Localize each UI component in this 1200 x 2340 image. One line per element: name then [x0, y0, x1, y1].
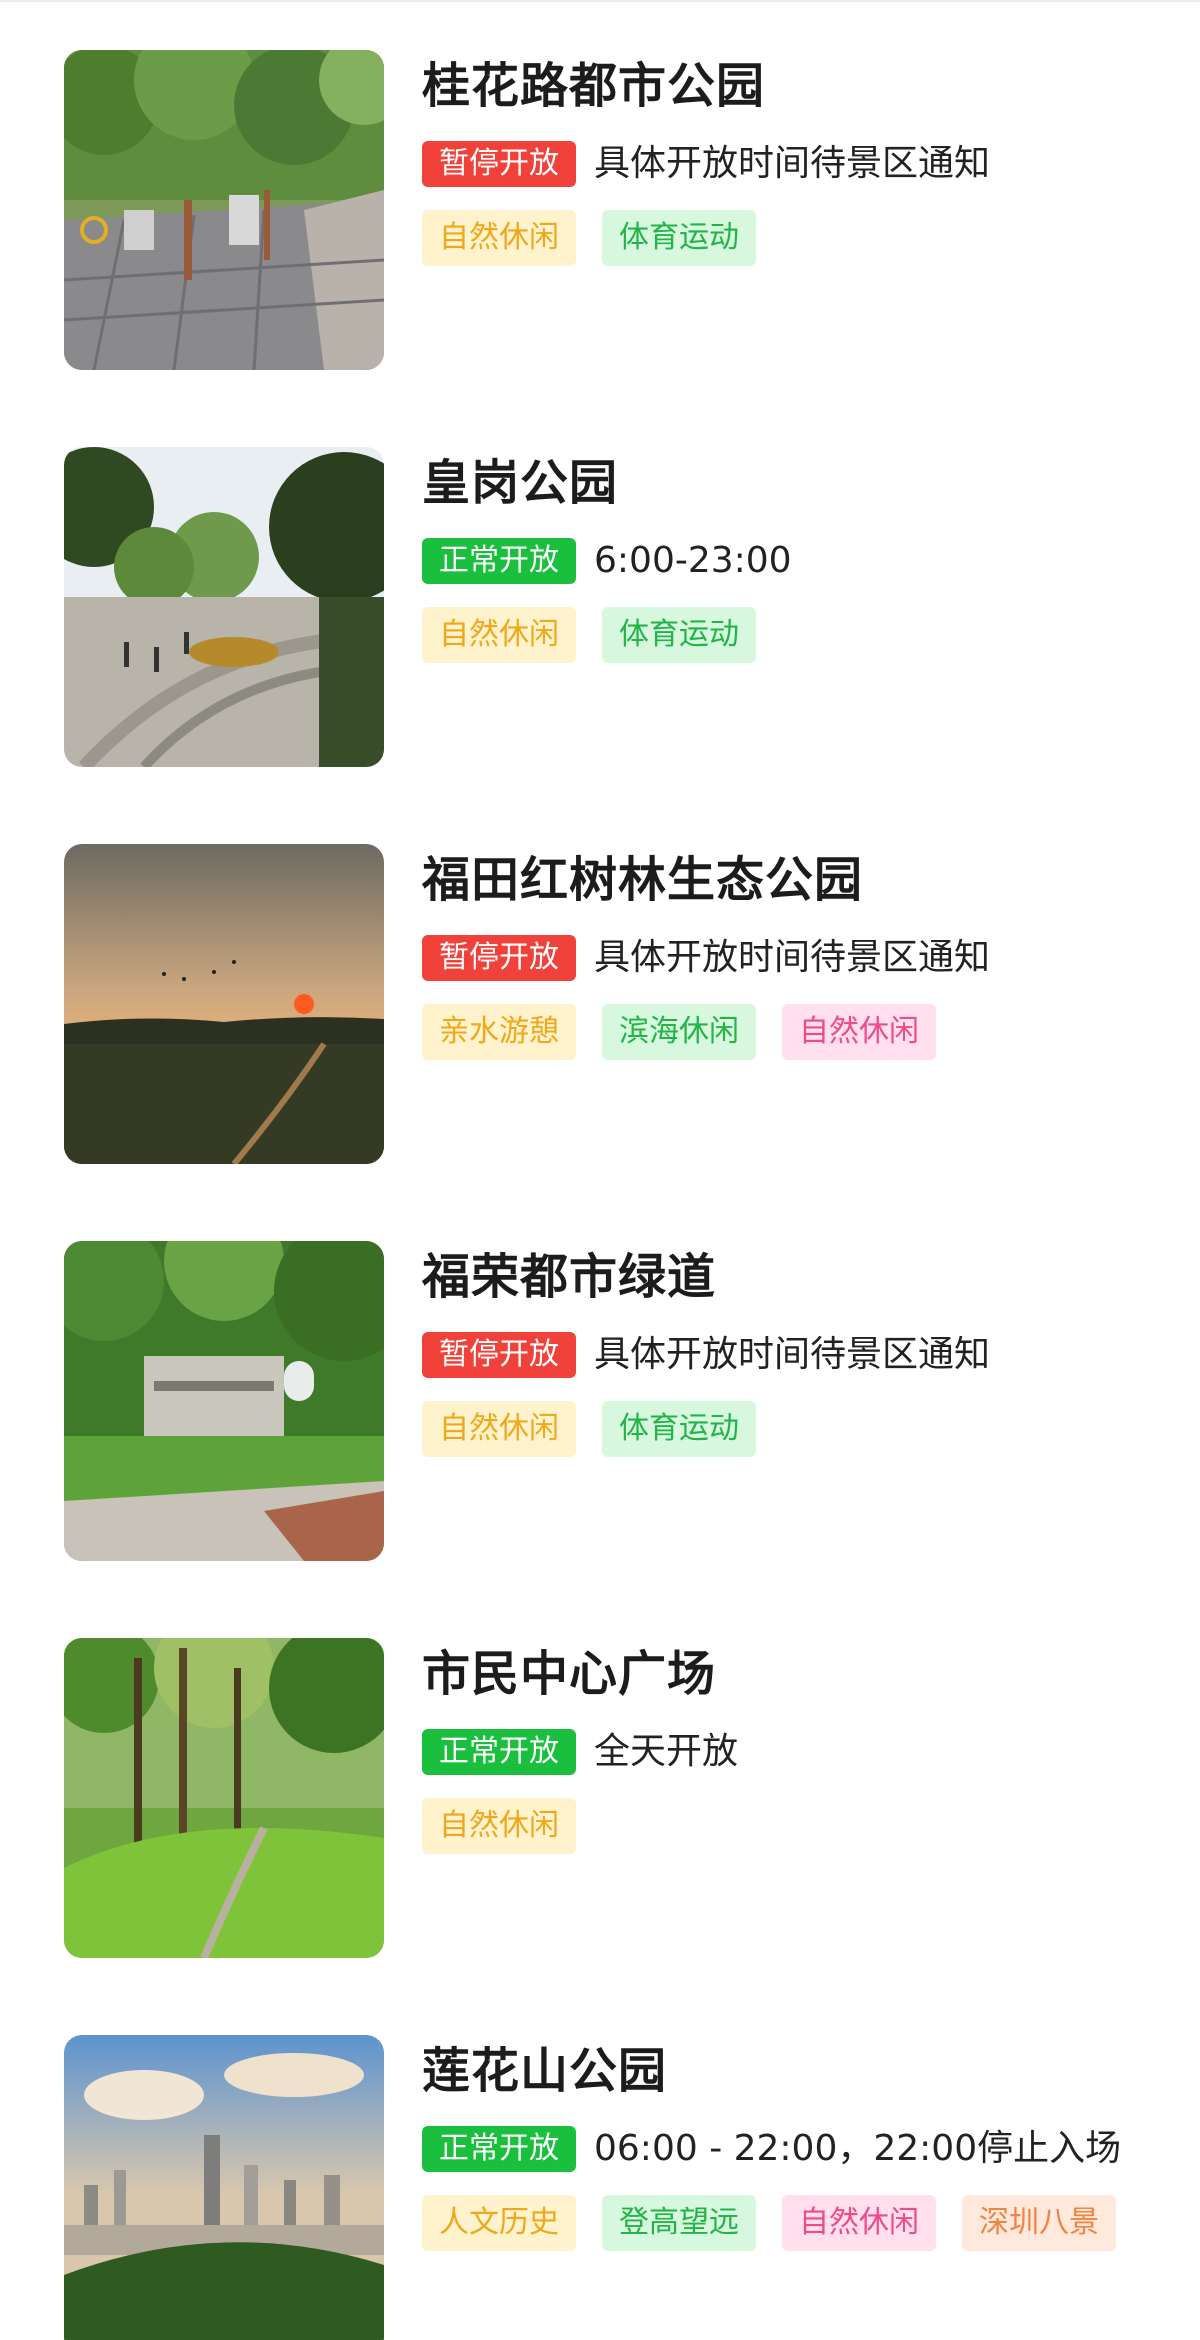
status-badge: 正常开放 — [422, 1729, 576, 1775]
park-photo — [64, 844, 384, 1164]
status-row: 暂停开放 具体开放时间待景区通知 — [422, 934, 1182, 982]
park-card[interactable]: 莲花山公园 正常开放 06:00 - 22:00，22:00停止入场 人文历史 … — [64, 2035, 1144, 2340]
category-tag: 登高望远 — [602, 2195, 756, 2251]
opening-hours: 06:00 - 22:00，22:00停止入场 — [594, 2128, 1122, 2169]
park-name: 福田红树林生态公园 — [422, 852, 864, 908]
category-tag: 体育运动 — [602, 607, 756, 663]
status-badge: 正常开放 — [422, 2126, 576, 2172]
park-name: 市民中心广场 — [422, 1646, 717, 1702]
category-tag: 自然休闲 — [782, 2195, 936, 2251]
park-info: 福荣都市绿道 暂停开放 具体开放时间待景区通知 自然休闲 体育运动 — [422, 1241, 1182, 1457]
park-name: 莲花山公园 — [422, 2043, 668, 2099]
category-tag: 深圳八景 — [962, 2195, 1116, 2251]
category-tag: 自然休闲 — [422, 1401, 576, 1457]
status-badge: 暂停开放 — [422, 141, 576, 187]
tag-list: 亲水游憩 滨海休闲 自然休闲 — [422, 1004, 1182, 1060]
park-info: 市民中心广场 正常开放 全天开放 自然休闲 — [422, 1638, 1182, 1854]
status-badge: 正常开放 — [422, 538, 576, 584]
status-badge: 暂停开放 — [422, 935, 576, 981]
park-name: 皇岗公园 — [422, 455, 619, 511]
tag-list: 自然休闲 体育运动 — [422, 607, 1182, 663]
category-tag: 自然休闲 — [422, 210, 576, 266]
status-row: 暂停开放 具体开放时间待景区通知 — [422, 140, 1182, 188]
park-info: 皇岗公园 正常开放 6:00-23:00 自然休闲 体育运动 — [422, 447, 1182, 663]
status-row: 正常开放 全天开放 — [422, 1728, 1182, 1776]
tag-list: 自然休闲 — [422, 1798, 1182, 1854]
category-tag: 自然休闲 — [782, 1004, 936, 1060]
park-photo — [64, 447, 384, 767]
opening-hours: 具体开放时间待景区通知 — [594, 1334, 991, 1375]
park-info: 福田红树林生态公园 暂停开放 具体开放时间待景区通知 亲水游憩 滨海休闲 自然休… — [422, 844, 1182, 1060]
park-photo — [64, 2035, 384, 2340]
park-photo — [64, 1241, 384, 1561]
category-tag: 亲水游憩 — [422, 1004, 576, 1060]
park-info: 莲花山公园 正常开放 06:00 - 22:00，22:00停止入场 人文历史 … — [422, 2035, 1182, 2251]
park-info: 桂花路都市公园 暂停开放 具体开放时间待景区通知 自然休闲 体育运动 — [422, 50, 1182, 266]
category-tag: 体育运动 — [602, 210, 756, 266]
park-name: 桂花路都市公园 — [422, 58, 766, 114]
park-card[interactable]: 市民中心广场 正常开放 全天开放 自然休闲 — [64, 1638, 1144, 1958]
tag-list: 自然休闲 体育运动 — [422, 1401, 1182, 1457]
park-card[interactable]: 桂花路都市公园 暂停开放 具体开放时间待景区通知 自然休闲 体育运动 — [64, 50, 1144, 370]
category-tag: 人文历史 — [422, 2195, 576, 2251]
status-row: 暂停开放 具体开放时间待景区通知 — [422, 1331, 1182, 1379]
category-tag: 体育运动 — [602, 1401, 756, 1457]
category-tag: 滨海休闲 — [602, 1004, 756, 1060]
tag-list: 自然休闲 体育运动 — [422, 210, 1182, 266]
park-photo — [64, 1638, 384, 1958]
opening-hours: 具体开放时间待景区通知 — [594, 143, 991, 184]
status-badge: 暂停开放 — [422, 1332, 576, 1378]
park-photo — [64, 50, 384, 370]
park-card[interactable]: 福荣都市绿道 暂停开放 具体开放时间待景区通知 自然休闲 体育运动 — [64, 1241, 1144, 1561]
tag-list: 人文历史 登高望远 自然休闲 深圳八景 — [422, 2195, 1182, 2251]
category-tag: 自然休闲 — [422, 1798, 576, 1854]
opening-hours: 6:00-23:00 — [594, 540, 792, 581]
top-divider — [0, 0, 1200, 2]
park-card[interactable]: 皇岗公园 正常开放 6:00-23:00 自然休闲 体育运动 — [64, 447, 1144, 767]
status-row: 正常开放 06:00 - 22:00，22:00停止入场 — [422, 2125, 1182, 2173]
opening-hours: 具体开放时间待景区通知 — [594, 937, 991, 978]
status-row: 正常开放 6:00-23:00 — [422, 537, 1182, 585]
park-card[interactable]: 福田红树林生态公园 暂停开放 具体开放时间待景区通知 亲水游憩 滨海休闲 自然休… — [64, 844, 1144, 1164]
opening-hours: 全天开放 — [594, 1731, 739, 1772]
category-tag: 自然休闲 — [422, 607, 576, 663]
park-name: 福荣都市绿道 — [422, 1249, 717, 1305]
